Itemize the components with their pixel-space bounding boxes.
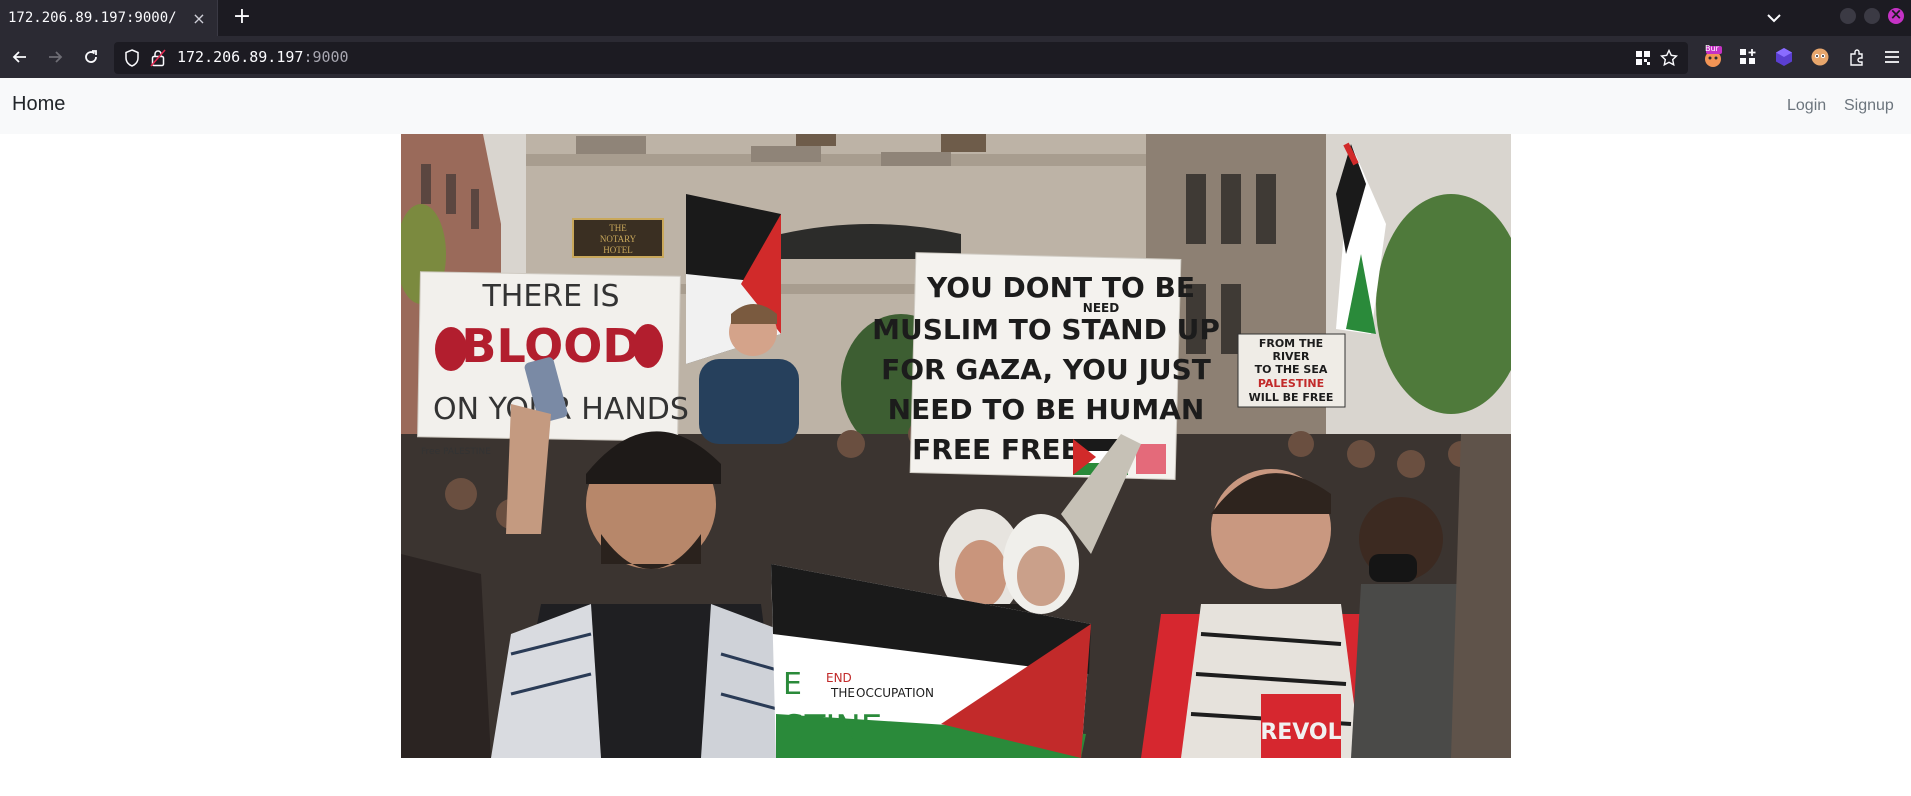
banner-fragment-stine: STINE (783, 708, 882, 748)
gaza-sign-line5: FREE FREE (912, 433, 1080, 466)
tab-list-chevron-icon[interactable] (1762, 6, 1786, 30)
river-sign-line1: FROM THE (1259, 337, 1323, 350)
back-arrow-icon[interactable] (8, 45, 32, 69)
insecure-lock-icon[interactable] (150, 49, 166, 71)
blood-sign-line1: THERE IS (481, 279, 619, 314)
burp-extension-icon[interactable]: Bur (1701, 44, 1725, 69)
browser-tab-active[interactable]: 172.206.89.197:9000/ × (0, 0, 218, 36)
extension-badge: Bur (1705, 44, 1719, 53)
home-brand-link[interactable]: Home (12, 93, 65, 116)
river-sign-line5: WILL BE FREE (1249, 391, 1334, 404)
site-navbar: Home Login Signup (0, 78, 1911, 134)
banner-word-end: END (826, 671, 852, 685)
hero-protest-photo: THE NOTARY HOTEL THE NOTARY HOTEL (401, 134, 1511, 758)
reload-icon[interactable] (79, 45, 103, 69)
gaza-sign-line4: NEED TO BE HUMAN (888, 393, 1205, 426)
hotel-sign-left-line3: HOTEL (603, 245, 633, 255)
gaza-sign-line2: MUSLIM TO STAND UP (872, 313, 1220, 346)
extensions-puzzle-icon[interactable] (1845, 45, 1869, 69)
qr-code-icon[interactable] (1635, 50, 1651, 70)
banner-word-occupation: OCCUPATION (856, 686, 934, 700)
hotel-sign-left-line1: THE (609, 223, 627, 233)
address-bar[interactable]: 172.206.89.197:9000 (114, 42, 1688, 74)
signup-link[interactable]: Signup (1844, 97, 1894, 115)
banner-fragment-e: E (783, 667, 802, 702)
tab-strip: 172.206.89.197:9000/ × + (0, 0, 1911, 36)
shirt-text: REVOL (1260, 720, 1341, 745)
forward-arrow-icon[interactable] (43, 45, 67, 69)
login-link[interactable]: Login (1787, 97, 1826, 115)
gaza-sign-line3: FOR GAZA, YOU JUST (881, 353, 1211, 386)
grid-plus-extension-icon[interactable] (1736, 45, 1760, 69)
minimize-button[interactable] (1840, 8, 1856, 24)
url-host: 172.206.89.197 (177, 48, 304, 66)
tab-title: 172.206.89.197:9000/ (8, 10, 177, 26)
river-sign-line2: RIVER (1272, 350, 1310, 363)
blood-sign-small: Free PALESTINE (421, 447, 491, 457)
url-text[interactable]: 172.206.89.197:9000 (177, 48, 349, 66)
gaza-sign-line1: YOU DONT TO BE (926, 271, 1195, 304)
shield-icon[interactable] (124, 49, 140, 71)
new-tab-button[interactable]: + (228, 4, 256, 32)
cube-extension-icon[interactable] (1772, 45, 1796, 69)
hamburger-menu-icon[interactable] (1880, 45, 1904, 69)
maximize-button[interactable] (1864, 8, 1880, 24)
close-window-button[interactable] (1888, 5, 1904, 24)
river-sign-line3: TO THE SEA (1255, 363, 1328, 376)
cookie-face-extension-icon[interactable] (1808, 45, 1832, 69)
tab-close-icon[interactable]: × (189, 9, 209, 28)
hotel-sign-left-line2: NOTARY (600, 234, 637, 244)
banner-word-the: THE (830, 686, 855, 700)
river-sign-line4: PALESTINE (1258, 377, 1324, 390)
bookmark-star-icon[interactable] (1659, 48, 1679, 71)
url-port: :9000 (303, 48, 349, 66)
